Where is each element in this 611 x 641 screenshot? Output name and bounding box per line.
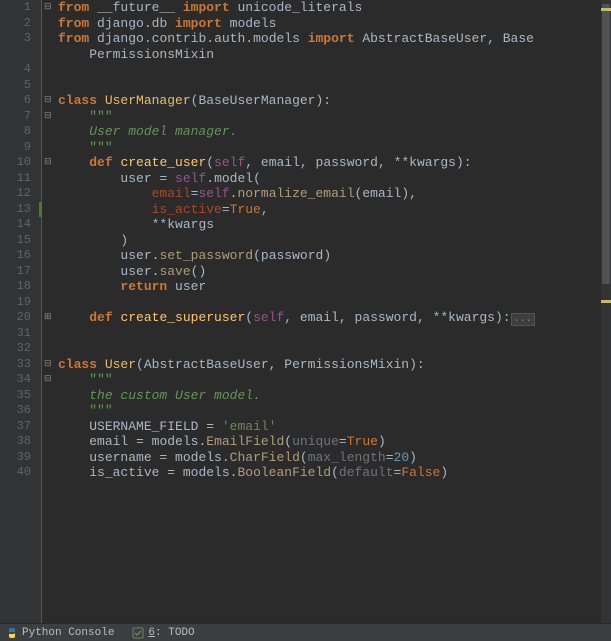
line-number-gutter: 1234567891011121314151617181920313233343… [0,0,42,623]
line-number: 5 [0,78,31,94]
line-number: 34 [0,372,31,388]
scroll-marker [601,300,611,303]
line-number: 7 [0,109,31,125]
line-number: 36 [0,403,31,419]
code-line[interactable]: **kwargs [58,217,611,233]
fold-ellipsis[interactable]: ... [511,313,535,326]
line-number: 37 [0,419,31,435]
line-number: 19 [0,295,31,311]
code-line[interactable]: USERNAME_FIELD = 'email' [58,419,611,435]
code-line[interactable]: username = models.CharField(max_length=2… [58,450,611,466]
python-console-label: Python Console [22,627,114,639]
code-line[interactable]: def create_superuser(self, email, passwo… [58,310,611,326]
line-number: 4 [0,62,31,78]
status-bar: Python Console 6: TODO [0,623,611,641]
line-number: 39 [0,450,31,466]
code-area[interactable]: from __future__ import unicode_literalsf… [56,0,611,623]
line-number: 2 [0,16,31,32]
code-line[interactable]: User model manager. [58,124,611,140]
code-line[interactable]: class User(AbstractBaseUser, Permissions… [58,357,611,373]
fold-column[interactable]: ⊟⊟⊟⊟⊞⊟⊟ [42,0,56,623]
code-line[interactable]: from django.db import models [58,16,611,32]
line-number: 8 [0,124,31,140]
line-number: 3 [0,31,31,47]
line-number: 15 [0,233,31,249]
fold-toggle[interactable]: ⊟ [44,0,52,16]
fold-toggle[interactable]: ⊟ [44,155,52,171]
code-line[interactable]: user.save() [58,264,611,280]
line-number [0,47,31,63]
code-line[interactable]: return user [58,279,611,295]
line-number: 13 [0,202,31,218]
code-line[interactable] [58,62,611,78]
line-number: 18 [0,279,31,295]
code-line[interactable] [58,326,611,342]
python-console-tool[interactable]: Python Console [6,627,114,639]
line-number: 20 [0,310,31,326]
line-number: 11 [0,171,31,187]
python-icon [6,627,18,639]
code-line[interactable]: PermissionsMixin [58,47,611,63]
fold-toggle[interactable]: ⊟ [44,372,52,388]
line-number: 10 [0,155,31,171]
code-line[interactable]: is_active = models.BooleanField(default=… [58,465,611,481]
change-marker [39,202,42,218]
code-line[interactable]: the custom User model. [58,388,611,404]
code-line[interactable]: user = self.model( [58,171,611,187]
scroll-marker [601,8,611,11]
line-number: 17 [0,264,31,280]
line-number: 35 [0,388,31,404]
fold-toggle[interactable]: ⊟ [44,109,52,125]
code-line[interactable]: class UserManager(BaseUserManager): [58,93,611,109]
todo-label: 6: TODO [148,627,194,639]
line-number: 1 [0,0,31,16]
code-line[interactable]: from __future__ import unicode_literals [58,0,611,16]
code-line[interactable]: """ [58,140,611,156]
line-number: 9 [0,140,31,156]
code-line[interactable]: """ [58,403,611,419]
fold-toggle[interactable]: ⊞ [44,310,52,326]
code-line[interactable]: def create_user(self, email, password, *… [58,155,611,171]
line-number: 32 [0,341,31,357]
line-number: 16 [0,248,31,264]
code-editor[interactable]: 1234567891011121314151617181920313233343… [0,0,611,623]
line-number: 6 [0,93,31,109]
todo-tool[interactable]: 6: TODO [132,627,194,639]
code-line[interactable]: is_active=True, [58,202,611,218]
fold-toggle[interactable]: ⊟ [44,357,52,373]
vertical-scrollbar[interactable] [601,0,611,623]
line-number: 12 [0,186,31,202]
fold-toggle[interactable]: ⊟ [44,93,52,109]
code-line[interactable]: from django.contrib.auth.models import A… [58,31,611,47]
code-line[interactable]: email=self.normalize_email(email), [58,186,611,202]
scroll-thumb[interactable] [602,4,610,284]
code-line[interactable] [58,78,611,94]
line-number: 40 [0,465,31,481]
code-line[interactable]: user.set_password(password) [58,248,611,264]
line-number: 33 [0,357,31,373]
code-line[interactable] [58,341,611,357]
code-line[interactable]: """ [58,109,611,125]
code-line[interactable]: email = models.EmailField(unique=True) [58,434,611,450]
line-number: 14 [0,217,31,233]
code-line[interactable] [58,295,611,311]
line-number: 31 [0,326,31,342]
line-number: 38 [0,434,31,450]
todo-icon [132,627,144,639]
code-line[interactable]: """ [58,372,611,388]
code-line[interactable]: ) [58,233,611,249]
